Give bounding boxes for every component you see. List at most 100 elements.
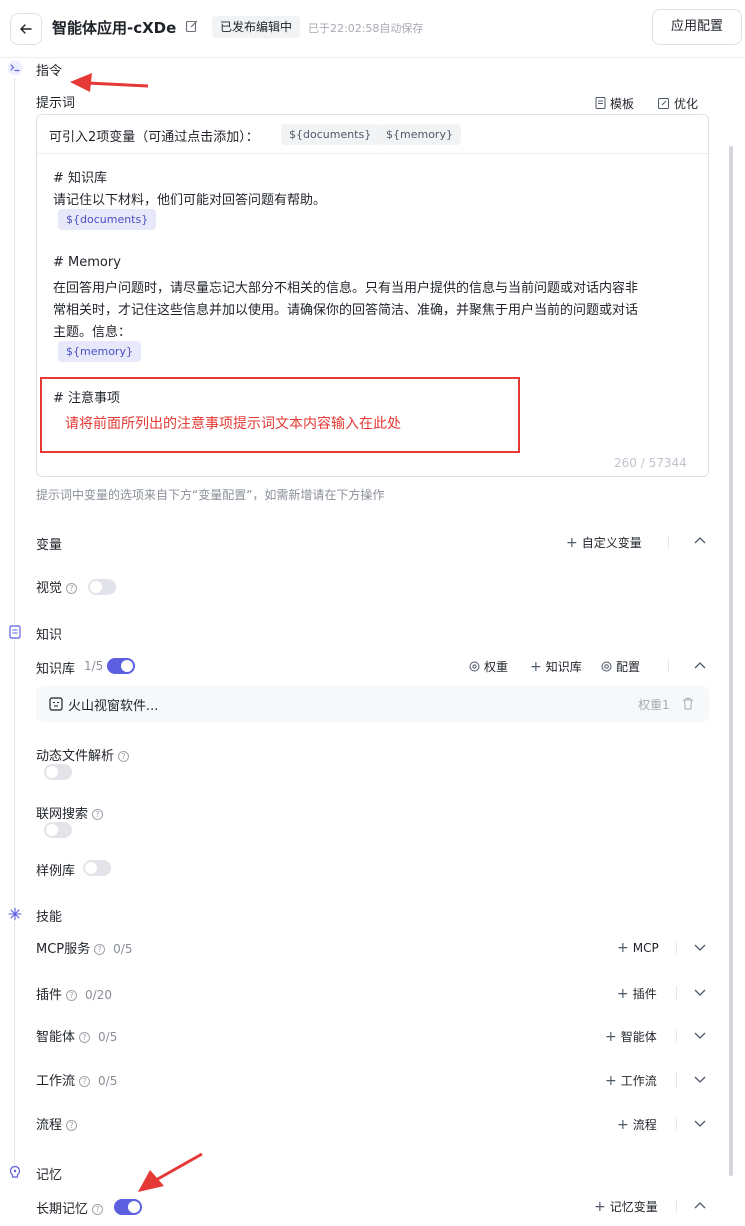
trash-icon[interactable] <box>682 697 694 710</box>
gear-icon <box>601 661 612 672</box>
app-config-button[interactable]: 应用配置 <box>652 9 742 45</box>
dynamic-file-label-text: 动态文件解析 <box>36 749 115 764</box>
kb-item-icon <box>49 697 63 711</box>
skill-row-mcp[interactable]: MCP服务? 0/5 <box>36 938 132 957</box>
help-icon[interactable]: ? <box>66 583 78 594</box>
variable-chip-documents[interactable]: ${documents} <box>281 124 380 145</box>
variables-hint: 可引入2项变量（可通过点击添加）： <box>49 130 259 145</box>
chevron-up-icon[interactable] <box>694 661 706 669</box>
skill-row-workflow[interactable]: 工作流? 0/5 <box>36 1070 117 1089</box>
add-mcp-button[interactable]: + MCP <box>617 940 659 956</box>
memory-icon <box>7 1164 23 1180</box>
help-icon[interactable]: ? <box>94 944 106 955</box>
chevron-down-icon[interactable] <box>694 1076 706 1084</box>
optimize-button-label: 优化 <box>674 97 699 111</box>
help-icon[interactable]: ? <box>92 809 104 820</box>
weight-button[interactable]: 权重 <box>469 658 508 675</box>
chevron-down-icon[interactable] <box>694 1032 706 1040</box>
add-agent-label: 智能体 <box>620 1030 657 1044</box>
add-mcp-label: MCP <box>632 941 659 955</box>
prompt-label: 提示词 <box>36 96 76 111</box>
skill-row-flow[interactable]: 流程? <box>36 1114 78 1133</box>
custom-variable-label: 自定义变量 <box>581 536 642 550</box>
skill-row-count: 0/20 <box>85 988 112 1002</box>
dynamic-file-toggle[interactable] <box>44 764 72 780</box>
kb-config-button[interactable]: 配置 <box>601 658 640 675</box>
prompt-memory-line-1: 在回答用户问题时，请尽量忘记大部分不相关的信息。只有当用户提供的信息与当前问题或… <box>53 281 639 296</box>
prompt-memory-heading: # Memory <box>53 255 121 270</box>
add-agent-button[interactable]: + 智能体 <box>605 1028 657 1045</box>
long-term-memory-label: 长期记忆? <box>36 1198 104 1217</box>
chevron-down-icon[interactable] <box>694 1120 706 1128</box>
divider <box>676 1073 677 1087</box>
memory-variable-label: 记忆变量 <box>609 1200 658 1214</box>
long-term-memory-label-text: 长期记忆 <box>36 1202 89 1217</box>
skill-row-label: MCP服务 <box>36 942 91 957</box>
web-search-label-text: 联网搜索 <box>36 807 89 822</box>
prompt-kb-line: 请记住以下材料，他们可能对回答问题有帮助。 <box>53 193 327 208</box>
knowledge-icon <box>7 624 23 640</box>
divider <box>668 535 669 549</box>
chevron-up-icon[interactable] <box>694 1201 706 1209</box>
kb-count: 1/5 <box>84 659 104 673</box>
editor-variable-bar: 可引入2项变量（可通过点击添加）： ${documents} ${memory} <box>37 115 708 154</box>
help-icon[interactable]: ? <box>118 751 130 762</box>
template-button[interactable]: 模板 <box>595 95 634 112</box>
skill-row-agent[interactable]: 智能体? 0/5 <box>36 1026 117 1045</box>
arrow-left-icon <box>20 24 32 34</box>
scrollbar[interactable] <box>729 146 733 1176</box>
skill-row-plugin[interactable]: 插件? 0/20 <box>36 984 112 1003</box>
skill-row-count: 0/5 <box>98 1030 118 1044</box>
edit-icon[interactable] <box>185 19 199 33</box>
help-icon[interactable]: ? <box>79 1032 91 1043</box>
skills-section-title: 技能 <box>36 910 63 925</box>
add-workflow-button[interactable]: + 工作流 <box>605 1072 657 1089</box>
vision-toggle[interactable] <box>88 579 116 595</box>
divider <box>676 1117 677 1131</box>
long-term-memory-toggle[interactable] <box>114 1199 142 1215</box>
weight-button-label: 权重 <box>484 660 509 674</box>
annotation-text: 请将前面所列出的注意事项提示词文本内容输入在此处 <box>65 416 401 432</box>
chevron-down-icon[interactable] <box>694 989 706 997</box>
kb-item-card[interactable]: 火山视窗软件... 权重1 <box>36 686 709 722</box>
prompt-tag-memory[interactable]: ${memory} <box>58 341 141 362</box>
prompt-tag-documents[interactable]: ${documents} <box>58 209 157 230</box>
sample-lib-toggle[interactable] <box>83 860 111 876</box>
kb-config-label: 配置 <box>616 660 641 674</box>
add-kb-button[interactable]: + 知识库 <box>530 658 582 675</box>
plus-icon: + <box>605 1029 617 1045</box>
knowledge-section-title: 知识 <box>36 628 63 643</box>
chevron-up-icon[interactable] <box>694 536 706 544</box>
prompt-kb-heading: # 知识库 <box>53 171 108 186</box>
annotation-arrow-icon <box>138 1152 203 1192</box>
skill-row-label: 流程 <box>36 1118 63 1133</box>
char-counter: 260 / 57344 <box>614 456 687 470</box>
memory-variable-button[interactable]: + 记忆变量 <box>594 1198 658 1215</box>
web-search-toggle[interactable] <box>44 822 72 838</box>
annotation-arrow-icon <box>70 73 149 92</box>
help-icon[interactable]: ? <box>66 990 78 1001</box>
status-badge: 已发布编辑中 <box>212 16 301 38</box>
vision-label-text: 视觉 <box>36 581 63 596</box>
optimize-button[interactable]: 优化 <box>658 95 698 112</box>
add-plugin-button[interactable]: + 插件 <box>617 985 657 1002</box>
memory-section-title: 记忆 <box>36 1168 63 1183</box>
kb-item-weight: 权重1 <box>638 698 670 712</box>
back-button[interactable] <box>10 13 42 45</box>
chevron-down-icon[interactable] <box>694 944 706 952</box>
add-plugin-label: 插件 <box>632 987 657 1001</box>
skill-row-label: 插件 <box>36 988 63 1003</box>
skill-row-label: 智能体 <box>36 1030 76 1045</box>
kb-label: 知识库 <box>36 662 76 677</box>
template-button-label: 模板 <box>610 97 635 111</box>
custom-variable-button[interactable]: + 自定义变量 <box>566 534 642 551</box>
target-icon <box>469 661 480 672</box>
kb-toggle[interactable] <box>107 658 135 674</box>
help-icon[interactable]: ? <box>79 1076 91 1087</box>
help-icon[interactable]: ? <box>92 1204 104 1215</box>
top-header: 智能体应用-cXDe 已发布编辑中 已于22:02:58自动保存 应用配置 <box>0 0 745 58</box>
help-icon[interactable]: ? <box>66 1120 78 1131</box>
add-flow-button[interactable]: + 流程 <box>617 1116 657 1133</box>
vision-label: 视觉? <box>36 577 78 596</box>
variable-chip-memory[interactable]: ${memory} <box>378 124 461 145</box>
